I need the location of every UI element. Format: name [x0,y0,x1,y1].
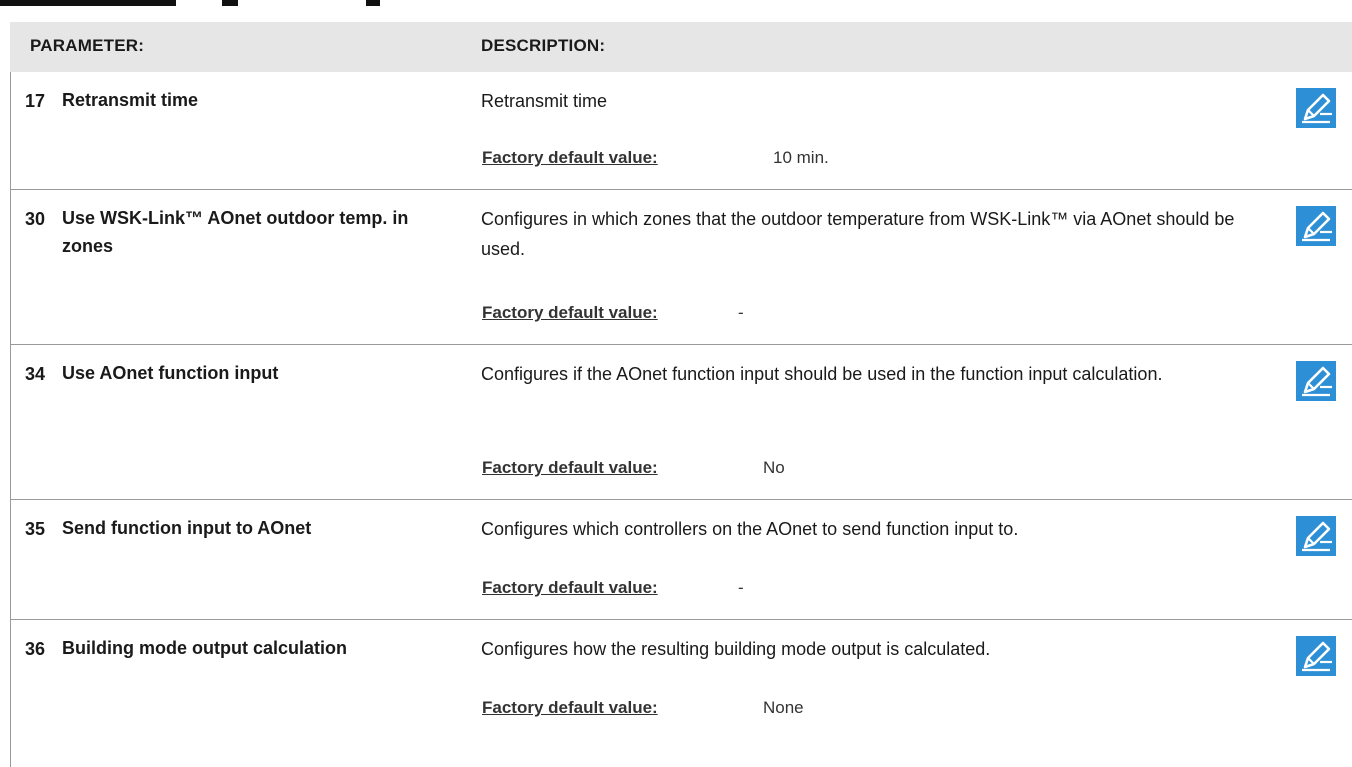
parameter-name: Use AOnet function input [62,363,279,383]
edit-pencil-icon[interactable] [1296,206,1336,246]
heading-fragment-bracket-right [366,0,380,6]
edit-pencil-icon[interactable] [1296,88,1336,128]
factory-default-label: Factory default value: [482,458,658,477]
edit-pencil-icon[interactable] [1296,361,1336,401]
parameter-row-34: 34 Use AOnet function input Configures i… [10,345,1352,500]
parameter-row-36: 36 Building mode output calculation Conf… [10,620,1352,767]
factory-default-value: - [738,578,744,597]
table-header: PARAMETER: DESCRIPTION: [10,22,1352,72]
factory-default-label: Factory default value: [482,578,658,597]
parameter-column-header: PARAMETER: [30,36,145,55]
factory-default-value: No [763,458,785,477]
parameter-name: Retransmit time [62,90,199,110]
parameter-row-30: 30 Use WSK-Link™ AOnet outdoor temp. in … [10,190,1352,345]
edit-pencil-icon[interactable] [1296,636,1336,676]
parameter-description: Configures if the AOnet function input s… [481,364,1163,384]
factory-default-value: None [763,698,804,717]
factory-default-value: 10 min. [773,148,829,167]
parameter-description: Retransmit time [481,91,608,111]
parameter-description: Configures in which zones that the outdo… [481,209,1235,259]
parameter-description: Configures how the resulting building mo… [481,639,991,659]
heading-fragment-bracket-left [222,0,238,6]
parameter-number: 34 [25,364,46,384]
edit-pencil-icon[interactable] [1296,516,1336,556]
heading-fragment-left [0,0,176,6]
parameter-name: Send function input to AOnet [62,518,312,538]
cut-off-heading-fragment [0,0,380,6]
parameter-table: PARAMETER: DESCRIPTION: 17 Retransmit ti… [10,22,1352,767]
parameter-row-35: 35 Send function input to AOnet Configur… [10,500,1352,620]
parameter-name: Building mode output calculation [62,638,347,658]
parameter-description: Configures which controllers on the AOne… [481,519,1019,539]
parameter-number: 35 [25,519,46,539]
parameter-row-17: 17 Retransmit time Retransmit time Facto… [10,72,1352,190]
factory-default-label: Factory default value: [482,698,658,717]
parameter-number: 17 [25,91,46,111]
description-column-header: DESCRIPTION: [481,36,606,55]
parameter-number: 30 [25,209,46,229]
factory-default-label: Factory default value: [482,303,658,322]
factory-default-label: Factory default value: [482,148,658,167]
parameter-name: Use WSK-Link™ AOnet outdoor temp. in zon… [62,208,409,256]
parameter-number: 36 [25,639,46,659]
factory-default-value: - [738,303,744,322]
